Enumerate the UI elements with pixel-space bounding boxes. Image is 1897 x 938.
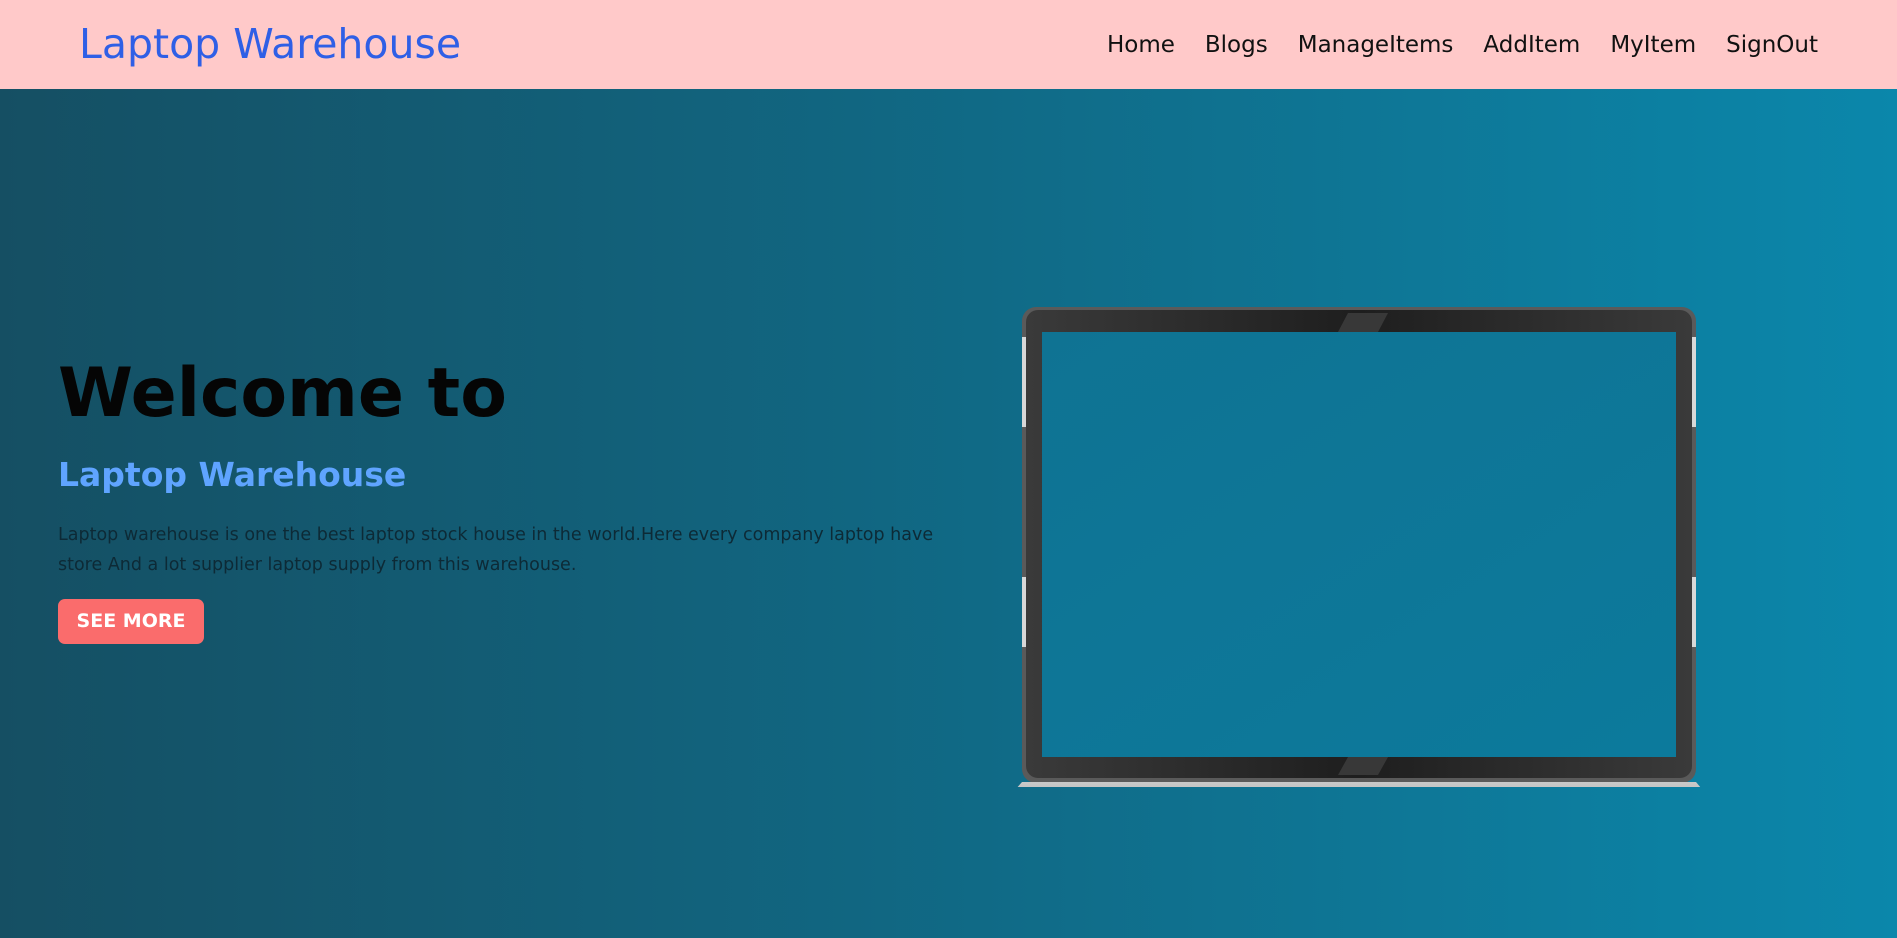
page: Laptop Warehouse Home Blogs ManageItems …: [0, 0, 1897, 938]
hero-description: Laptop warehouse is one the best laptop …: [58, 525, 934, 575]
navbar: Laptop Warehouse Home Blogs ManageItems …: [0, 0, 1897, 89]
see-more-button[interactable]: SEE MORE: [58, 599, 204, 644]
nav-link-manage-items[interactable]: ManageItems: [1298, 30, 1454, 60]
laptop-illustration-icon: [1017, 307, 1701, 787]
brand-logo-link[interactable]: Laptop Warehouse: [79, 20, 461, 68]
nav-link-sign-out[interactable]: SignOut: [1726, 30, 1818, 60]
nav-link-home[interactable]: Home: [1107, 30, 1175, 60]
nav-link-add-item[interactable]: AddItem: [1483, 30, 1580, 60]
nav-link-blogs[interactable]: Blogs: [1205, 30, 1268, 60]
nav-links: Home Blogs ManageItems AddItem MyItem Si…: [1107, 30, 1818, 60]
hero-banner: Welcome to Laptop Warehouse Laptop wareh…: [0, 89, 1897, 938]
hero-title: Welcome to: [58, 354, 507, 433]
hero-subtitle: Laptop Warehouse: [58, 455, 407, 494]
nav-link-my-item[interactable]: MyItem: [1610, 30, 1696, 60]
